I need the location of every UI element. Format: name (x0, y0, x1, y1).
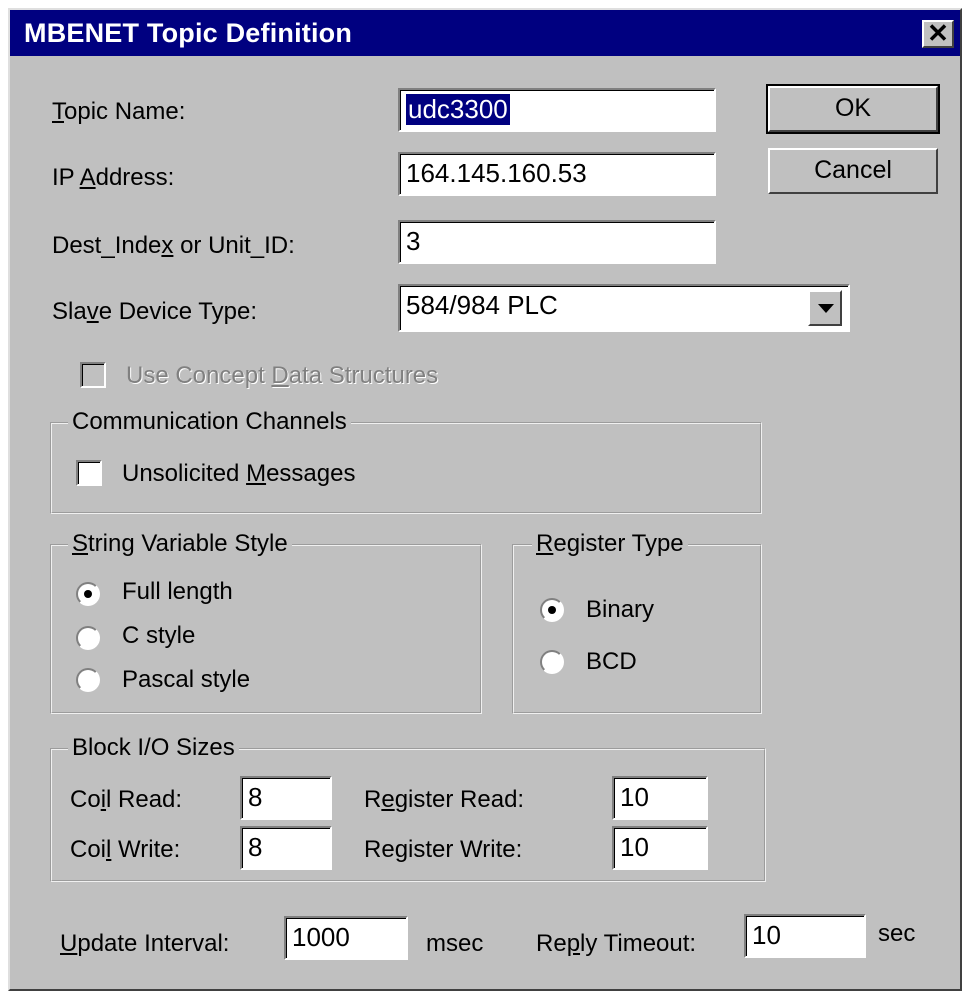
reply-timeout-label: Reply Timeout: (536, 930, 696, 958)
dest-index-accel: x (161, 232, 174, 259)
register-write-value: 10 (620, 832, 649, 862)
use-concept-accel: D (271, 362, 289, 389)
radio-full-length-label: Full length (122, 578, 233, 605)
string-variable-style-title: String Variable Style (68, 530, 292, 558)
topic-name-value: udc3300 (406, 94, 510, 125)
register-read-input[interactable]: 10 (612, 776, 708, 820)
coil-write-label-rest: Write: (111, 836, 181, 863)
use-concept-checkbox[interactable] (80, 362, 106, 388)
register-write-input[interactable]: 10 (612, 826, 708, 870)
ok-button[interactable]: OK (766, 84, 940, 134)
unsolicited-messages-accel: M (246, 460, 267, 487)
reply-timeout-input[interactable]: 10 (744, 914, 866, 958)
reply-timeout-label-rest: ly Timeout: (580, 930, 697, 957)
unsolicited-messages-label-rest: essages (266, 460, 356, 487)
ip-address-value: 164.145.160.53 (406, 158, 587, 188)
ip-address-label-rest: ddress: (95, 164, 175, 191)
update-interval-label-rest: pdate Interval: (77, 930, 230, 957)
string-variable-style-group (50, 544, 482, 714)
topic-name-label-rest: opic Name: (64, 98, 186, 125)
coil-read-value: 8 (248, 782, 263, 812)
coil-read-label: Coil Read: (70, 786, 182, 814)
register-read-label: Register Read: (364, 786, 524, 814)
register-read-label-pre: R (364, 786, 382, 813)
coil-write-value: 8 (248, 832, 263, 862)
string-variable-style-title-rest: tring Variable Style (88, 530, 288, 557)
chevron-down-icon (818, 304, 834, 313)
radio-selected-dot (548, 606, 556, 614)
slave-device-type-label-rest: e Device Type: (98, 298, 257, 325)
dest-index-input[interactable]: 3 (398, 220, 716, 264)
reply-timeout-value: 10 (752, 920, 781, 950)
radio-binary-label: Binary (586, 596, 655, 623)
close-icon[interactable]: ✕ (922, 20, 954, 48)
slave-device-type-accel: v (86, 298, 99, 325)
register-type-title-rest: egister Type (553, 530, 684, 557)
dialog-title: MBENET Topic Definition (24, 18, 353, 48)
coil-write-input[interactable]: 8 (240, 826, 332, 870)
reply-timeout-label-pre: Re (536, 930, 567, 957)
unsolicited-messages-checkbox[interactable] (76, 460, 102, 486)
communication-channels-title: Communication Channels (68, 408, 351, 436)
update-interval-input[interactable]: 1000 (284, 916, 408, 960)
dest-index-label-rest: or Unit_ID: (173, 232, 295, 259)
slave-device-type-select[interactable]: 584/984 PLC (398, 284, 850, 332)
slave-device-type-label: Slave Device Type: (52, 298, 257, 326)
use-concept-label-pre: Use Concept (126, 362, 272, 389)
update-interval-label: Update Interval: (60, 930, 229, 958)
radio-full-length[interactable] (76, 582, 100, 606)
coil-read-label-rest: l Read: (106, 786, 183, 813)
use-concept-label-rest: ata Structures (288, 362, 439, 389)
radio-bcd-label: BCD (586, 648, 637, 675)
coil-write-label: Coil Write: (70, 836, 180, 864)
radio-pascal-style-label: Pascal style (122, 666, 251, 693)
register-write-label: Register Write: (364, 836, 522, 864)
topic-name-input[interactable]: udc3300 (398, 88, 716, 132)
register-read-accel: e (381, 786, 395, 813)
register-type-title: Register Type (532, 530, 688, 558)
register-type-accel: R (536, 530, 554, 557)
string-variable-style-accel: S (72, 530, 89, 557)
coil-read-input[interactable]: 8 (240, 776, 332, 820)
dest-index-value: 3 (406, 226, 421, 256)
dest-index-label: Dest_Index or Unit_ID: (52, 232, 295, 260)
radio-selected-dot (84, 590, 92, 598)
register-write-accel: g (394, 836, 409, 863)
slave-device-type-label-pre: Sla (52, 298, 87, 325)
unsolicited-messages-label-pre: Unsolicited (122, 460, 247, 487)
update-interval-unit: msec (426, 930, 484, 957)
slave-device-type-value: 584/984 PLC (406, 290, 558, 320)
dest-index-label-pre: Dest_Inde (52, 232, 162, 259)
radio-binary[interactable] (540, 598, 564, 622)
reply-timeout-accel: p (566, 930, 581, 957)
ip-address-label: IP Address: (52, 164, 174, 192)
radio-c-style[interactable] (76, 626, 100, 650)
mbenet-topic-dialog: MBENET Topic Definition ✕ Topic Name: ud… (8, 8, 962, 991)
title-bar[interactable]: MBENET Topic Definition ✕ (10, 10, 960, 56)
coil-write-label-pre: Coi (70, 836, 107, 863)
radio-pascal-style[interactable] (76, 668, 100, 692)
use-concept-label: Use Concept Data Structures (126, 362, 438, 390)
update-interval-accel: U (60, 930, 78, 957)
coil-read-label-pre: Co (70, 786, 101, 813)
update-interval-value: 1000 (292, 922, 350, 952)
register-read-label-rest: gister Read: (394, 786, 525, 813)
ip-address-input[interactable]: 164.145.160.53 (398, 152, 716, 196)
topic-name-label: Topic Name: (52, 98, 185, 126)
register-type-group (512, 544, 762, 714)
radio-bcd[interactable] (540, 650, 564, 674)
cancel-button[interactable]: Cancel (768, 148, 938, 194)
topic-name-accel: T (52, 98, 64, 125)
register-write-label-pre: Re (364, 836, 395, 863)
block-io-sizes-title: Block I/O Sizes (68, 734, 239, 762)
dropdown-arrow-button[interactable] (808, 290, 842, 326)
ip-address-accel: A (79, 164, 96, 191)
register-read-value: 10 (620, 782, 649, 812)
radio-c-style-label: C style (122, 622, 196, 649)
ip-address-label-pre: IP (52, 164, 80, 191)
register-write-label-rest: ister Write: (408, 836, 523, 863)
reply-timeout-unit: sec (878, 920, 916, 947)
unsolicited-messages-label: Unsolicited Messages (122, 460, 355, 488)
